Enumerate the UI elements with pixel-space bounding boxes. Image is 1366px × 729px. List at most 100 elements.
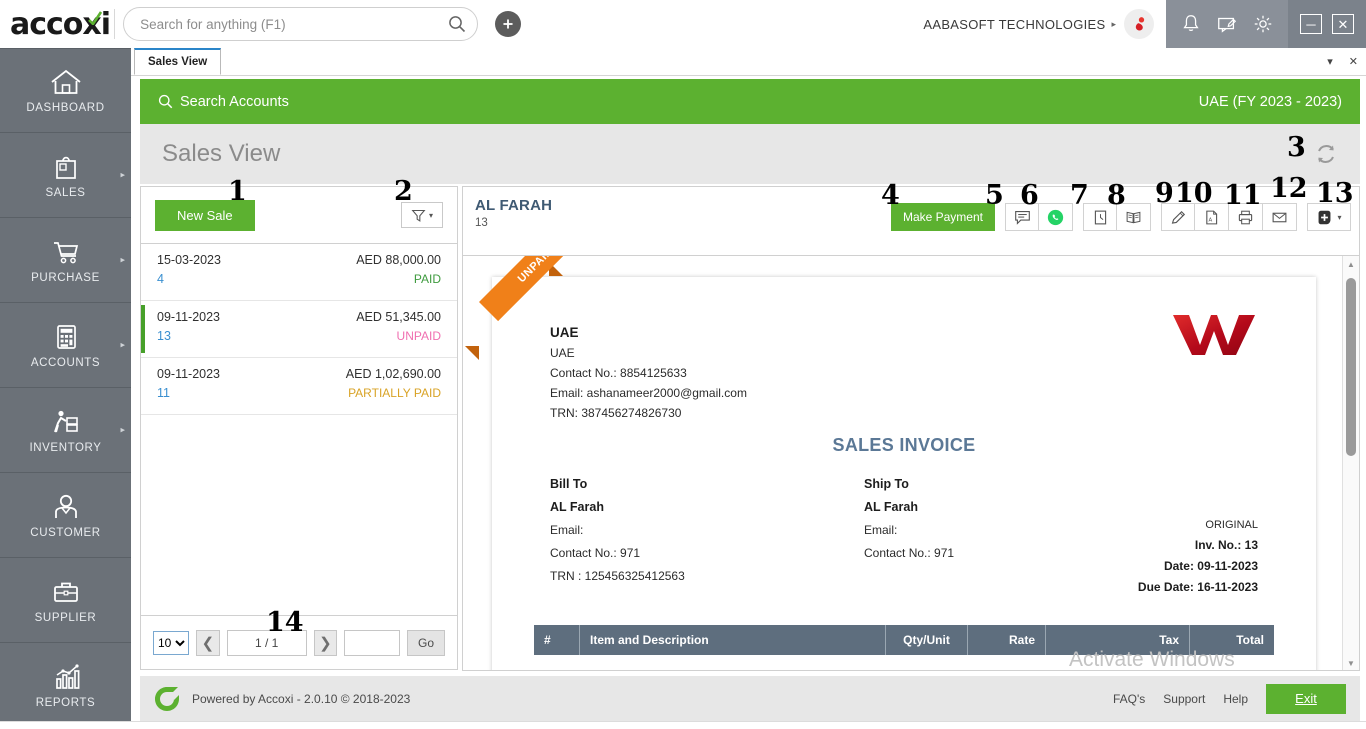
avatar-drop-icon xyxy=(1129,14,1149,34)
tab-sales-view[interactable]: Sales View xyxy=(134,48,221,75)
prev-page-button[interactable]: ❮ xyxy=(196,630,219,656)
powered-by-text: Powered by Accoxi - 2.0.10 © 2018-2023 xyxy=(192,692,410,706)
annotation-number-1: 1 xyxy=(228,176,247,207)
status-badge: PAID xyxy=(414,272,441,286)
message-icon[interactable] xyxy=(1216,13,1238,35)
invoice-amount: AED 88,000.00 xyxy=(356,253,441,267)
email-button[interactable] xyxy=(1263,203,1297,231)
invoice-brand-logo xyxy=(1170,307,1258,364)
annotation-number-2: 2 xyxy=(394,176,413,207)
shopping-cart-icon xyxy=(49,237,83,267)
sidebar-item-dashboard[interactable]: DASHBOARD xyxy=(0,48,131,133)
goto-page-input[interactable] xyxy=(344,630,400,656)
sidebar-item-supplier[interactable]: SUPPLIER xyxy=(0,558,131,643)
invoice-document: UNPAID UAE UAE Contact No.: 8854125633 E… xyxy=(492,277,1316,671)
close-window-button[interactable]: ✕ xyxy=(1332,14,1354,34)
support-link[interactable]: Support xyxy=(1163,692,1205,706)
list-item[interactable]: 15-03-2023AED 88,000.00 4PAID xyxy=(141,244,457,301)
sidebar-item-purchase[interactable]: PURCHASE ▸ xyxy=(0,218,131,303)
pencil-icon xyxy=(1170,209,1187,226)
printer-icon xyxy=(1237,209,1254,226)
annotation-number-11: 11 xyxy=(1224,180,1262,211)
seller-contact: Contact No.: 8854125633 xyxy=(550,366,747,380)
help-link[interactable]: Help xyxy=(1223,692,1248,706)
annotation-number-8: 8 xyxy=(1107,180,1126,211)
app-logo: accoxi xyxy=(0,7,110,42)
sidebar-item-accounts[interactable]: ACCOUNTS ▸ xyxy=(0,303,131,388)
annotation-number-9: 9 xyxy=(1155,178,1174,209)
search-accounts-button[interactable]: Search Accounts xyxy=(158,94,289,110)
invoice-number[interactable]: 4 xyxy=(157,272,164,286)
logo-divider xyxy=(114,9,115,39)
envelope-icon xyxy=(1271,209,1288,226)
gear-icon[interactable] xyxy=(1252,13,1274,35)
whatsapp-button[interactable] xyxy=(1039,203,1073,231)
invoice-amount: AED 1,02,690.00 xyxy=(346,367,441,381)
search-icon xyxy=(158,94,173,109)
sidebar-item-customer[interactable]: CUSTOMER xyxy=(0,473,131,558)
chevron-right-icon: ▸ xyxy=(120,340,125,351)
annotation-number-6: 6 xyxy=(1020,180,1039,211)
sidebar: DASHBOARD SALES ▸ PURCHASE ▸ xyxy=(0,48,131,729)
filter-icon xyxy=(411,208,426,223)
document-title: SALES INVOICE xyxy=(492,435,1316,456)
plus-badge-icon xyxy=(1316,209,1333,226)
footer-links: FAQ's Support Help Exit xyxy=(1113,684,1346,714)
annotation-number-4: 4 xyxy=(881,180,900,211)
messaging-button-group xyxy=(1005,203,1073,231)
top-bar-right: AABASOFT TECHNOLOGIES ▸ xyxy=(923,0,1366,48)
chevron-down-icon: ▾ xyxy=(429,211,433,220)
company-switch-arrow[interactable]: ▸ xyxy=(1111,19,1116,30)
window-bottom-edge xyxy=(0,721,1366,729)
invoice-number[interactable]: 11 xyxy=(157,386,170,400)
list-item[interactable]: 09-11-2023AED 51,345.00 13UNPAID xyxy=(141,301,457,358)
home-icon xyxy=(49,67,83,97)
application-window: accoxi AABASOFT TECHNOLOGIES ▸ xyxy=(0,0,1366,729)
list-item[interactable]: 09-11-2023 AED 1,02,690.00 11 PARTIALLY PA… xyxy=(141,358,457,415)
seller-name: UAE xyxy=(550,325,747,340)
make-payment-button[interactable]: Make Payment xyxy=(891,203,995,231)
sidebar-item-reports[interactable]: REPORTS xyxy=(0,643,131,728)
minimize-window-button[interactable]: ─ xyxy=(1300,14,1322,34)
page-size-select[interactable]: 10 xyxy=(153,631,189,655)
w-logo-icon xyxy=(1170,307,1258,359)
search-input[interactable] xyxy=(123,7,478,41)
invoice-detail-panel: AL FARAH 13 Make Payment xyxy=(462,186,1360,671)
scrollbar-thumb[interactable] xyxy=(1346,278,1356,456)
top-bar: accoxi AABASOFT TECHNOLOGIES ▸ xyxy=(0,0,1366,48)
logo-check-icon xyxy=(88,11,102,25)
sidebar-item-inventory[interactable]: INVENTORY ▸ xyxy=(0,388,131,473)
bell-icon[interactable] xyxy=(1180,13,1202,35)
open-book-icon xyxy=(1125,209,1142,226)
minimize-glyph: ─ xyxy=(1306,18,1315,31)
calculator-icon xyxy=(49,322,83,352)
sidebar-item-sales[interactable]: SALES ▸ xyxy=(0,133,131,218)
go-button[interactable]: Go xyxy=(407,630,445,656)
fiscal-year-label: UAE (FY 2023 - 2023) xyxy=(1199,94,1342,110)
person-icon xyxy=(49,492,83,522)
column-header: Item and Description xyxy=(580,625,886,655)
avatar[interactable] xyxy=(1124,9,1154,39)
invoice-number[interactable]: 13 xyxy=(157,329,171,343)
scroll-down-button[interactable]: ▼ xyxy=(1343,655,1359,671)
column-header: # xyxy=(534,625,580,655)
invoice-date: 09-11-2023 xyxy=(157,367,220,381)
exit-button[interactable]: Exit xyxy=(1266,684,1346,714)
status-badge: PARTIALLY PAID xyxy=(348,386,441,400)
scroll-up-button[interactable]: ▲ xyxy=(1343,256,1359,272)
warehouse-worker-icon xyxy=(49,407,83,437)
search-icon[interactable] xyxy=(448,15,466,33)
quick-add-button[interactable] xyxy=(495,11,521,37)
close-icon[interactable]: ✕ xyxy=(1349,55,1358,68)
annotation-number-13: 13 xyxy=(1316,178,1354,209)
chevron-down-icon[interactable]: ▾ xyxy=(1327,55,1333,68)
shopping-bag-icon xyxy=(49,152,83,182)
next-page-button[interactable]: ❯ xyxy=(314,630,337,656)
plus-icon xyxy=(501,17,515,31)
invoice-date-meta: Date: 09-11-2023 xyxy=(1138,559,1258,573)
refresh-icon[interactable] xyxy=(1314,142,1338,166)
faq-link[interactable]: FAQ's xyxy=(1113,692,1145,706)
sidebar-item-label: SUPPLIER xyxy=(35,612,97,624)
chevron-right-icon: ▸ xyxy=(120,255,125,266)
document-scrollbar[interactable]: ▲ ▼ xyxy=(1342,256,1359,671)
